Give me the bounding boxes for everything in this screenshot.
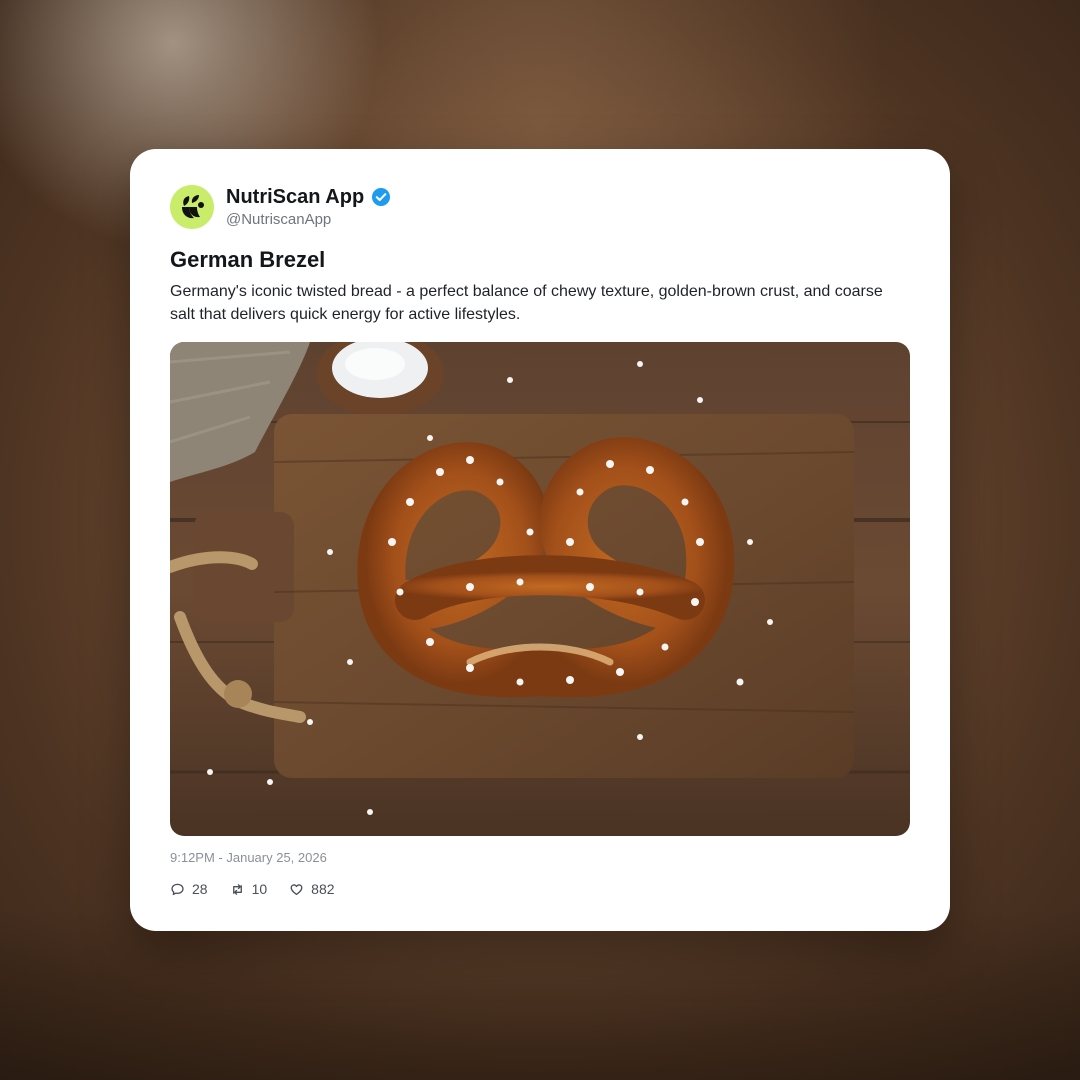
post-actions: 28 10 882 (170, 881, 335, 897)
verified-check-icon (372, 188, 391, 206)
post-body: Germany's iconic twisted bread - a perfe… (170, 283, 883, 323)
reply-count: 28 (192, 881, 208, 897)
pretzel-photo[interactable] (170, 342, 910, 836)
repost-count: 10 (251, 881, 268, 897)
leaf-logo-icon (170, 185, 214, 229)
display-name[interactable]: NutriScan App (226, 185, 364, 209)
avatar[interactable] (170, 185, 214, 229)
post-title: German Brezel (170, 247, 326, 272)
like-button[interactable]: 882 (289, 881, 335, 897)
repost-arrows-icon (232, 883, 242, 895)
post-timestamp[interactable]: 9:12PM - January 25, 2026 (170, 850, 327, 865)
post-card: NutriScan App @NutriscanApp German Breze… (130, 149, 950, 931)
repost-button[interactable]: 10 (230, 881, 268, 897)
speech-bubble-icon (171, 883, 184, 895)
user-handle[interactable]: @NutriscanApp (226, 211, 331, 229)
like-count: 882 (311, 881, 335, 897)
reply-button[interactable]: 28 (170, 881, 208, 897)
display-name-row: NutriScan App (226, 185, 391, 209)
heart-icon (290, 883, 303, 895)
